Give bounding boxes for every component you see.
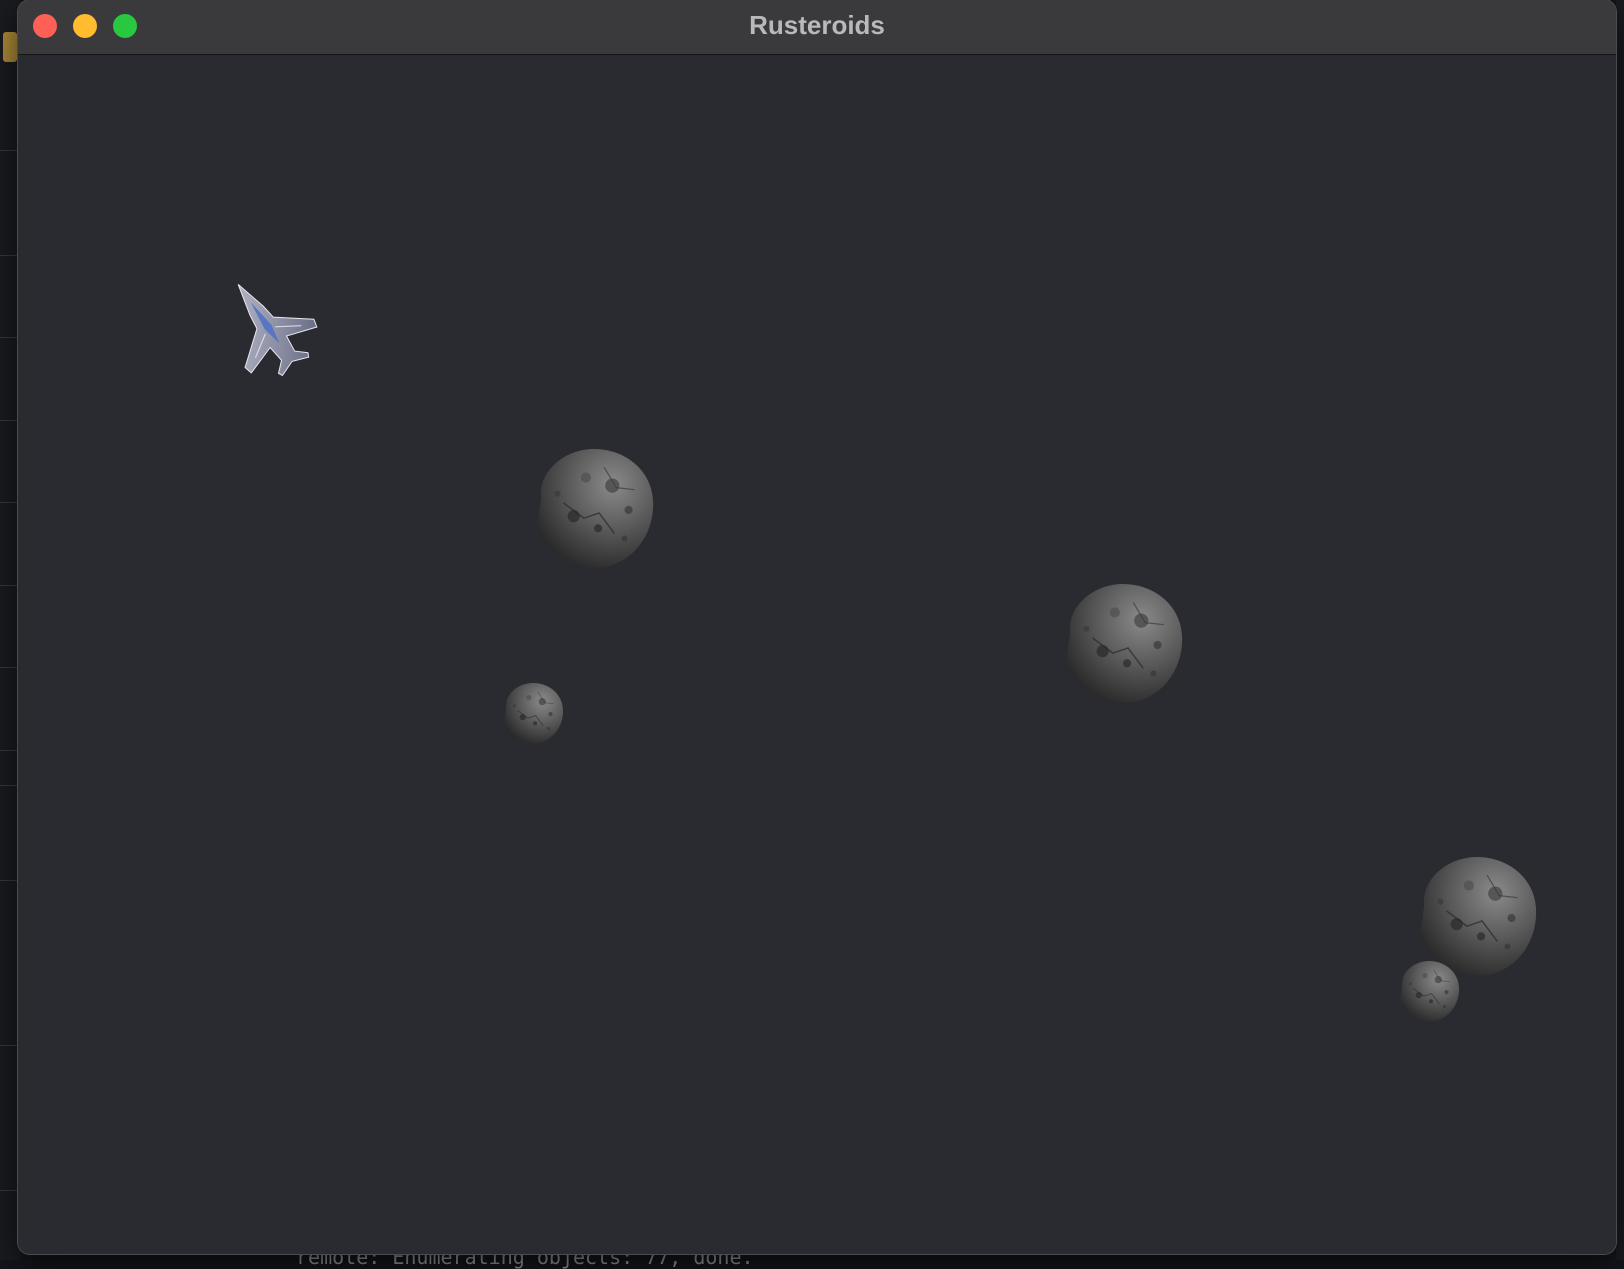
background-window-left xyxy=(0,0,20,1260)
divider xyxy=(0,1045,18,1046)
divider xyxy=(0,1190,18,1191)
divider xyxy=(0,255,18,256)
spaceship xyxy=(237,284,318,377)
divider xyxy=(0,337,18,338)
asteroid-large xyxy=(1065,583,1183,704)
title-bar[interactable]: Rusteroids xyxy=(18,0,1616,55)
background-tab-chip xyxy=(3,32,17,62)
asteroid-large xyxy=(536,448,654,569)
asteroid-small xyxy=(503,682,564,744)
game-scene xyxy=(237,284,1537,1022)
asteroid-large xyxy=(1419,856,1537,977)
divider xyxy=(0,880,18,881)
divider xyxy=(0,150,18,151)
divider xyxy=(0,785,18,786)
background-window-right xyxy=(1616,0,1624,1260)
divider xyxy=(0,750,18,751)
window-title: Rusteroids xyxy=(749,10,885,40)
divider xyxy=(0,667,18,668)
game-window[interactable]: Rusteroids xyxy=(18,0,1616,1254)
asteroid-small xyxy=(1399,960,1460,1022)
divider xyxy=(0,420,18,421)
divider xyxy=(0,585,18,586)
game-canvas[interactable] xyxy=(18,55,1616,1254)
divider xyxy=(0,502,18,503)
